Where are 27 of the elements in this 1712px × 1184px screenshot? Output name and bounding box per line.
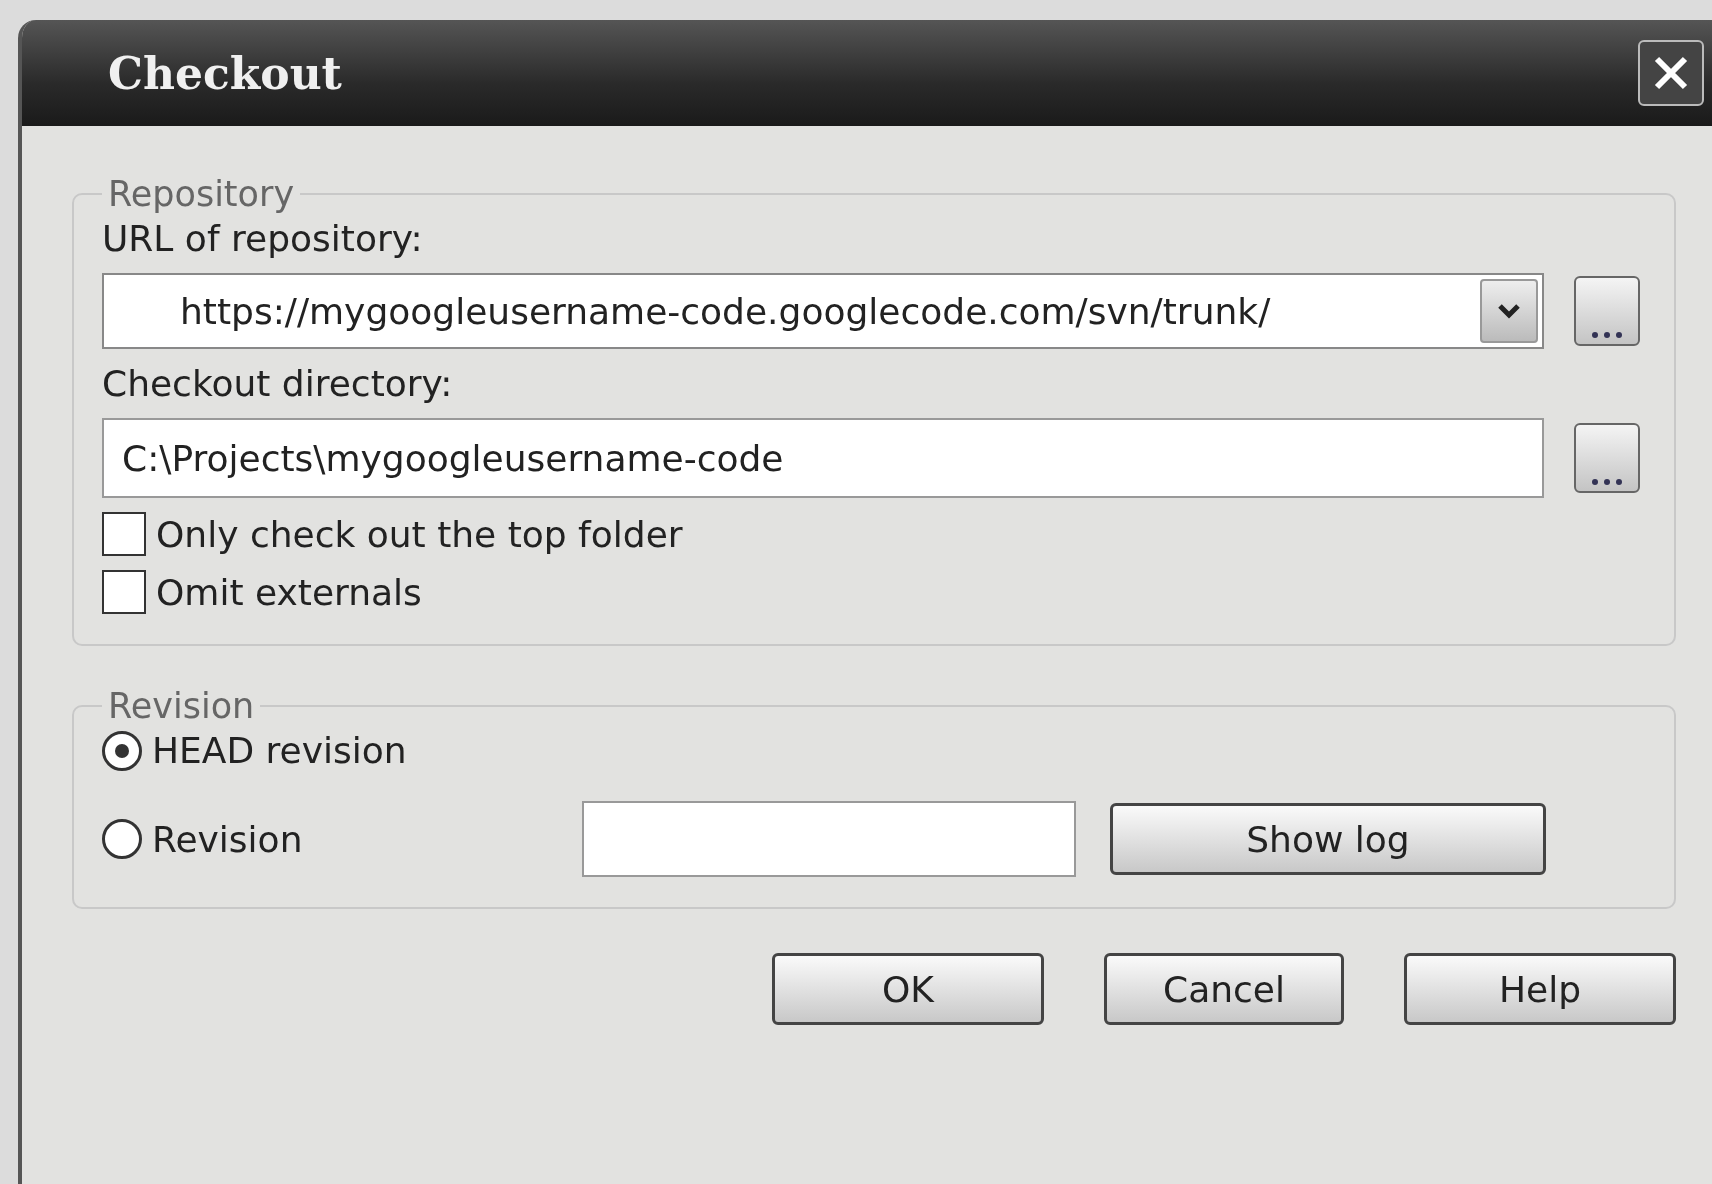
- browse-button[interactable]: [1574, 276, 1640, 346]
- field-label: Checkout directory:: [102, 363, 454, 404]
- directory-value: C:\Projects\mygoogleusername-code: [122, 437, 784, 479]
- directory-field[interactable]: C:\Projects\mygoogleusername-code: [102, 418, 1544, 498]
- dialog-button[interactable]: Cancel: [1104, 953, 1344, 1025]
- radio-label: HEAD revision: [152, 730, 407, 771]
- revision-field[interactable]: [582, 801, 1076, 877]
- field-label: URL of repository:: [102, 218, 424, 259]
- radio-label: Revision: [152, 818, 303, 860]
- dialog-button[interactable]: Help: [1404, 953, 1676, 1025]
- checkbox[interactable]: [102, 570, 146, 614]
- url-combobox[interactable]: https://mygoogleusername-code.googlecode.com/svn/trunk/: [102, 273, 1544, 349]
- group-title: Revision: [107, 686, 256, 726]
- window-title: Checkout: [108, 47, 342, 99]
- browse-button[interactable]: [1574, 423, 1640, 493]
- radio-button[interactable]: [102, 730, 142, 771]
- radio-button[interactable]: [102, 819, 142, 859]
- close-button[interactable]: [1638, 40, 1704, 106]
- show-log-button[interactable]: Show log: [1110, 803, 1546, 875]
- group-title: Repository: [107, 174, 296, 214]
- checkbox-label: Only check out the top folder: [156, 513, 683, 555]
- checkbox[interactable]: [102, 512, 146, 556]
- dialog-button[interactable]: OK: [772, 953, 1044, 1025]
- dropdown-button[interactable]: [1480, 279, 1538, 343]
- chevron-icon: [1497, 303, 1521, 319]
- checkbox-label: Omit externals: [156, 571, 422, 613]
- url-value: https://mygoogleusername-code.googlecode.com/svn/trunk/: [180, 290, 1271, 332]
